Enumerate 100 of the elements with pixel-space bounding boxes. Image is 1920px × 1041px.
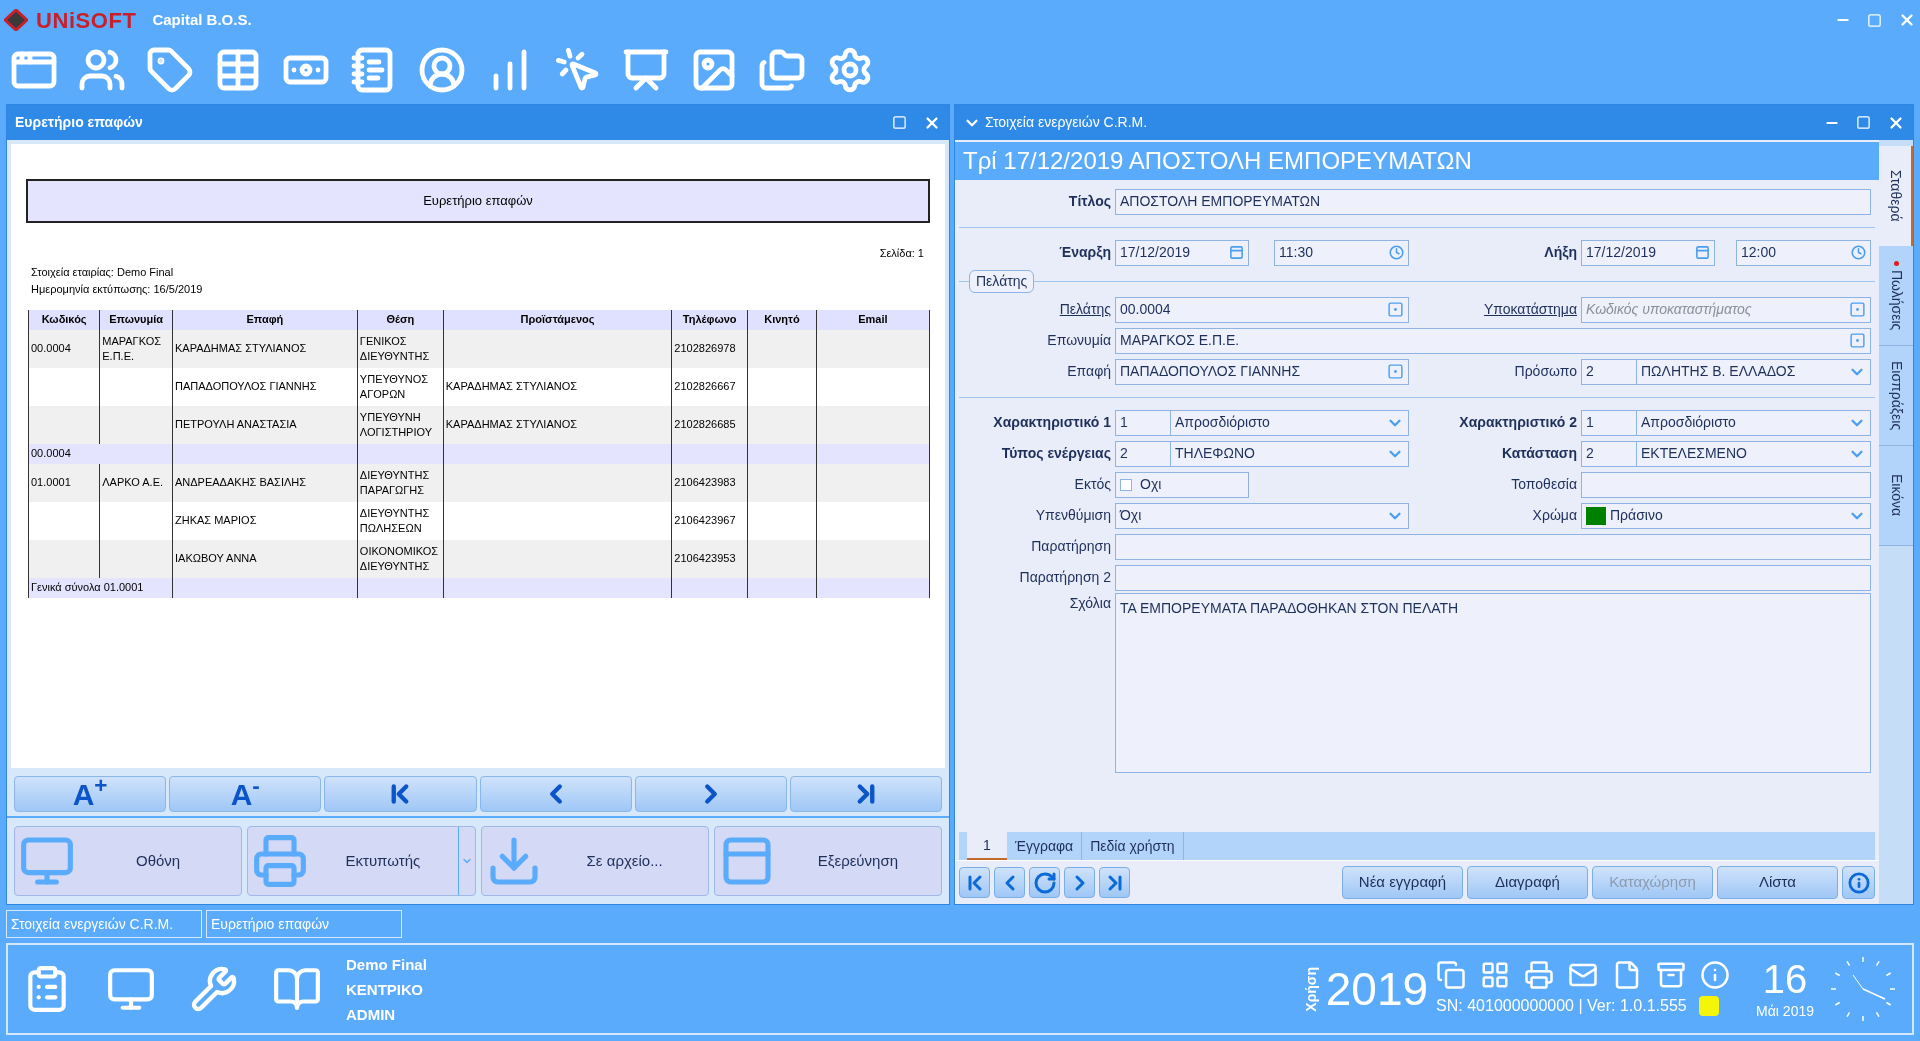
grid-icon[interactable]: [1480, 960, 1511, 990]
font-size-button[interactable]: A$^{-}$: [169, 776, 322, 812]
lookup-icon[interactable]: [1387, 301, 1404, 318]
code-value: 1: [1582, 410, 1637, 435]
panel-title: Ευρετήριο επαφών: [15, 113, 143, 132]
field-value: ΜΑΡΑΓΚΟΣ Ε.Π.Ε.: [1119, 331, 1241, 350]
maximize-icon[interactable]: [1867, 12, 1882, 28]
side-tab[interactable]: Σταθερά: [1879, 146, 1913, 246]
record-heading: Τρί 17/12/2019 ΑΠΟΣΤΟΛΗ ΕΜΠΟΡΕΥΜΑΤΩΝ: [963, 146, 1472, 176]
lookup-field[interactable]: ΜΑΡΑΓΚΟΣ Ε.Π.Ε.: [1115, 327, 1871, 354]
date-field[interactable]: 17/12/2019: [1115, 239, 1249, 266]
lookup-icon[interactable]: [1849, 332, 1866, 349]
table-cell: ΚΑΡΑΔΗΜΑΣ ΣΤΥΛΙΑΝΟΣ: [445, 380, 578, 392]
output-button[interactable]: Σε αρχείο...: [480, 826, 709, 896]
date-field[interactable]: 17/12/2019: [1581, 239, 1715, 266]
action-button[interactable]: Διαγραφή: [1467, 866, 1588, 899]
close-icon[interactable]: [1898, 11, 1916, 29]
column-header: Προϊστάμενος: [443, 309, 672, 330]
column-header: Επαφή: [172, 309, 358, 330]
dropdown-field[interactable]: 2 ΤΗΛΕΦΩΝΟ: [1115, 440, 1409, 467]
dropdown-field[interactable]: Όχι: [1115, 502, 1409, 529]
table-cell: ΖΗΚΑΣ ΜΑΡΙΟΣ: [175, 514, 257, 526]
copy-icon[interactable]: [1436, 960, 1467, 990]
status-indicator: [1698, 996, 1719, 1016]
info-icon[interactable]: [1700, 960, 1731, 990]
printer-icon: [252, 833, 309, 889]
table-cell: ΔΙΕΥΘΥΝΤΗΣ ΠΩΛΗΣΕΩΝ: [359, 506, 430, 534]
tab[interactable]: Πεδία χρήστη: [1082, 832, 1184, 860]
field-label[interactable]: Υποκατάστημα: [1483, 301, 1577, 317]
dropdown-field[interactable]: 1 Απροσδιόριστο: [1115, 409, 1409, 436]
lookup-icon[interactable]: [1387, 363, 1404, 380]
input-field[interactable]: [1115, 564, 1871, 591]
table-cell: 2102826685: [674, 418, 736, 430]
column-header: Κινητό: [747, 309, 817, 330]
record-nav-button[interactable]: [994, 867, 1025, 898]
side-tab[interactable]: Εισπράξεις: [1879, 346, 1913, 446]
field-value: ΤΑ ΕΜΠΟΡΕΥΜΑΤΑ ΠΑΡΑΔΟΘΗΚΑΝ ΣΤΟΝ ΠΕΛΑΤΗ: [1119, 600, 1460, 616]
field-value: 17/12/2019: [1585, 243, 1658, 262]
input-field[interactable]: ΑΠΟΣΤΟΛΗ ΕΜΠΟΡΕΥΜΑΤΩΝ: [1115, 188, 1871, 215]
field-label: Σχόλια: [1069, 595, 1111, 611]
day-number: 16: [1762, 956, 1808, 1001]
input-field[interactable]: [1115, 533, 1871, 560]
field-value: ΠΩΛΗΤΗΣ Β. ΕΛΛΑΔΟΣ: [1640, 362, 1797, 381]
comments-field[interactable]: ΤΑ ΕΜΠΟΡΕΥΜΑΤΑ ΠΑΡΑΔΟΘΗΚΑΝ ΣΤΟΝ ΠΕΛΑΤΗ: [1115, 593, 1871, 773]
dropdown-field[interactable]: Πράσινο: [1581, 502, 1871, 529]
logo-text: UNiSOFT: [36, 6, 137, 35]
field-label[interactable]: Πελάτης: [1059, 301, 1111, 317]
field-placeholder: Κωδικός υποκαταστήματος: [1585, 300, 1753, 319]
code-value: 1: [1116, 410, 1171, 435]
field-label: Υπενθύμιση: [1035, 507, 1111, 523]
tag-icon[interactable]: [146, 46, 194, 94]
tab[interactable]: Έγγραφα: [1007, 832, 1083, 860]
field-value: 12:00: [1740, 243, 1778, 262]
clock-icon[interactable]: [1851, 245, 1866, 260]
output-button[interactable]: Οθόνη: [14, 826, 243, 896]
field-value: ΕΚΤΕΛΕΣΜΕΝΟ: [1640, 444, 1748, 463]
user-circle-icon[interactable]: [418, 46, 466, 94]
record-nav-button[interactable]: [1029, 867, 1060, 898]
field-value: ΤΗΛΕΦΩΝΟ: [1174, 444, 1256, 463]
clock-icon[interactable]: [1389, 245, 1404, 260]
tab[interactable]: 1: [967, 832, 1007, 860]
record-nav-button[interactable]: [1064, 867, 1095, 898]
checkbox[interactable]: [1120, 478, 1132, 491]
maximize-icon[interactable]: [1856, 115, 1871, 130]
time-field[interactable]: 12:00: [1736, 239, 1871, 266]
input-field[interactable]: [1581, 471, 1871, 498]
lookup-icon[interactable]: [1849, 301, 1866, 318]
output-button[interactable]: Εξερεύνηση: [713, 826, 942, 896]
table-cell: ΜΑΡΑΓΚΟΣ Ε.Π.Ε.: [102, 334, 162, 362]
dropdown-field[interactable]: 1 Απροσδιόριστο: [1581, 409, 1871, 436]
lookup-field[interactable]: ΠΑΠΑΔΟΠΟΥΛΟΣ ΓΙΑΝΝΗΣ: [1115, 358, 1409, 385]
dropdown-field[interactable]: 2 ΠΩΛΗΤΗΣ Β. ΕΛΛΑΔΟΣ: [1581, 358, 1871, 385]
side-tab[interactable]: Εικόνα: [1879, 446, 1913, 546]
printer-icon[interactable]: [1524, 960, 1555, 990]
group-label: Πελάτης: [969, 269, 1035, 293]
time-field[interactable]: 11:30: [1274, 239, 1409, 266]
field-value: 17/12/2019: [1119, 243, 1192, 262]
dropdown-field[interactable]: 2 ΕΚΤΕΛΕΣΜΕΝΟ: [1581, 440, 1871, 467]
page-nav-button[interactable]: [789, 776, 943, 812]
table-cell: ΚΑΡΑΔΗΜΑΣ ΣΤΥΛΙΑΝΟΣ: [175, 342, 307, 354]
calendar-icon[interactable]: [1229, 245, 1244, 260]
wrench-icon[interactable]: [190, 965, 238, 1013]
side-tab[interactable]: Πωλήσεις: [1879, 246, 1913, 346]
lookup-field[interactable]: 00.0004: [1115, 296, 1409, 323]
record-nav-button[interactable]: [1099, 867, 1130, 898]
fiscal-year: 2019: [1325, 961, 1429, 1017]
calendar-icon[interactable]: [1695, 245, 1710, 260]
record-nav-button[interactable]: [959, 867, 990, 898]
table-cell: 2106423967: [674, 514, 736, 526]
action-button[interactable]: Λίστα: [1717, 866, 1838, 899]
page-nav-button[interactable]: [324, 776, 477, 812]
checkbox-field[interactable]: Οχι: [1115, 471, 1249, 498]
font-size-button[interactable]: A$^{+}$: [14, 776, 167, 812]
archive-icon[interactable]: [1656, 960, 1687, 990]
table-cell: ΥΠΕΥΘΥΝΗ ΛΟΓΙΣΤΗΡΙΟΥ: [359, 410, 433, 438]
action-button[interactable]: Νέα εγγραφή: [1342, 866, 1463, 899]
info-button[interactable]: [1842, 866, 1875, 899]
table-cell: ΚΑΡΑΔΗΜΑΣ ΣΤΥΛΙΑΝΟΣ: [445, 418, 578, 430]
maximize-icon[interactable]: [892, 115, 907, 130]
output-button[interactable]: Εκτυπωτής: [247, 826, 476, 896]
